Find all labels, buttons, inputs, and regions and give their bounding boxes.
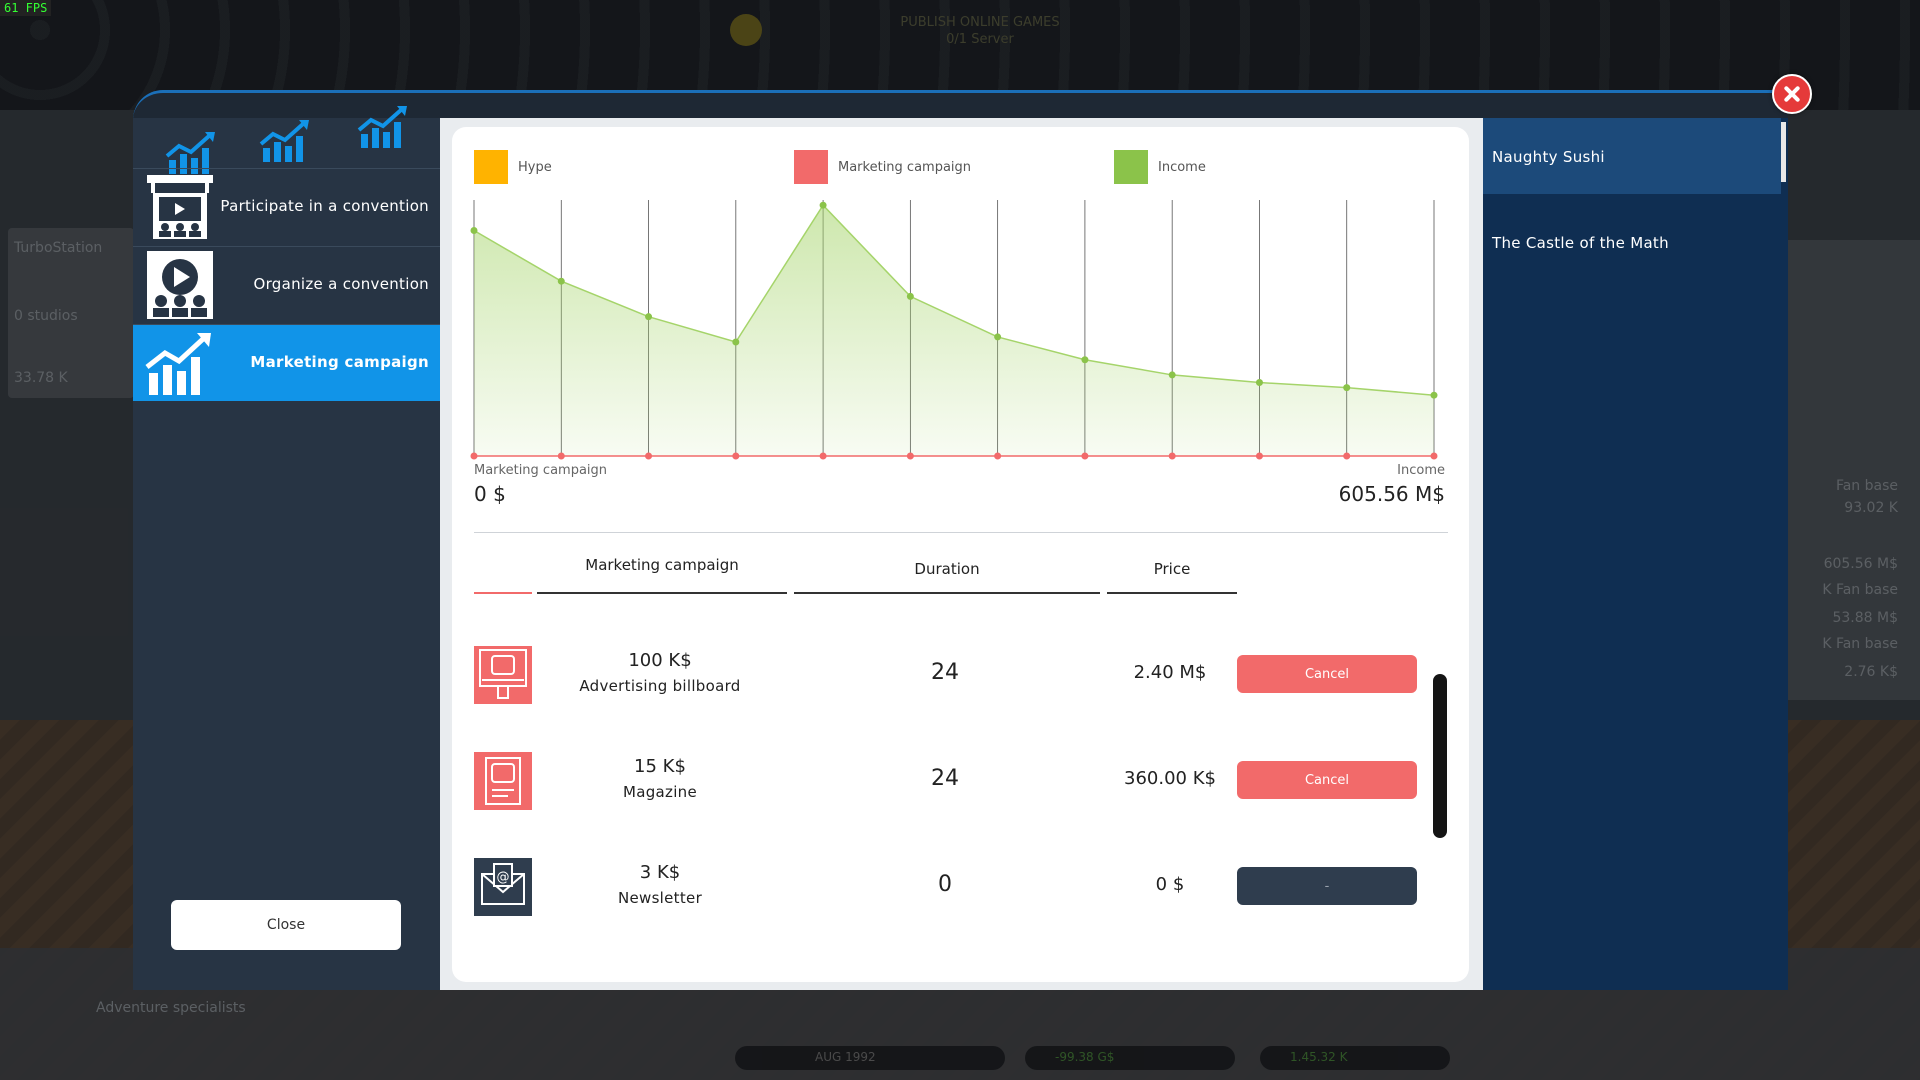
legend-swatch xyxy=(474,150,508,184)
svg-text:@: @ xyxy=(497,870,510,885)
marketing-data-point xyxy=(557,452,565,460)
marketing-data-point xyxy=(994,452,1002,460)
campaign-duration: 24 xyxy=(931,660,959,685)
billboard-icon xyxy=(474,646,532,704)
income-data-point xyxy=(994,333,1002,341)
menu-item-organize-convention[interactable]: Organize a convention xyxy=(133,246,443,323)
marketing-data-point xyxy=(819,452,827,460)
income-total-label: Income xyxy=(1397,463,1445,478)
fps-counter: 61 FPS xyxy=(0,0,52,16)
campaign-duration: 24 xyxy=(931,766,959,791)
close-button[interactable]: Close xyxy=(171,900,401,950)
income-data-point xyxy=(1343,384,1351,392)
legend-swatch xyxy=(794,150,828,184)
menu-item-label: Participate in a convention xyxy=(220,197,429,215)
trend-chart-icon[interactable] xyxy=(357,104,409,150)
campaign-amount: 3 K$ xyxy=(639,862,681,883)
game-item-label: Naughty Sushi xyxy=(1492,148,1605,166)
menu-item-label: Marketing campaign xyxy=(250,353,429,371)
marketing-data-point xyxy=(1255,452,1263,460)
header-underline xyxy=(1107,592,1237,594)
games-list-scrollbar[interactable] xyxy=(1781,122,1786,182)
header-underline xyxy=(474,592,532,594)
campaign-name: Magazine xyxy=(622,783,698,801)
income-data-point xyxy=(1081,356,1089,364)
campaign-price: 0 $ xyxy=(1155,874,1185,895)
cancel-button[interactable]: Cancel xyxy=(1237,761,1417,799)
income-chart xyxy=(470,200,1438,460)
campaign-price: 360.00 K$ xyxy=(1124,768,1216,789)
marketing-data-point xyxy=(1430,452,1438,460)
income-data-point xyxy=(470,227,478,235)
game-item-naughty-sushi[interactable]: Naughty Sushi xyxy=(1483,118,1781,194)
campaign-duration: 0 xyxy=(938,872,952,897)
income-data-point xyxy=(1255,379,1263,387)
organize-convention-icon xyxy=(147,251,213,319)
header-underline xyxy=(794,592,1100,594)
campaign-price: 2.40 M$ xyxy=(1133,662,1207,683)
menu-item-marketing-campaign[interactable]: Marketing campaign xyxy=(133,324,445,401)
legend-label: Marketing campaign xyxy=(838,160,972,175)
header-price: Price xyxy=(1153,560,1191,578)
marketing-chart-icon xyxy=(145,333,211,395)
income-data-point xyxy=(819,201,827,209)
marketing-data-point xyxy=(732,452,740,460)
trend-chart-icon[interactable] xyxy=(259,118,311,164)
marketing-data-point xyxy=(1343,452,1351,460)
legend-swatch xyxy=(1114,150,1148,184)
campaign-name: Newsletter xyxy=(617,889,703,907)
game-item-castle-of-the-math[interactable]: The Castle of the Math xyxy=(1483,204,1781,280)
income-data-point xyxy=(906,292,914,300)
legend-label: Income xyxy=(1158,160,1206,175)
inactive-button[interactable]: - xyxy=(1237,867,1417,905)
game-item-label: The Castle of the Math xyxy=(1492,234,1669,252)
income-data-point xyxy=(557,277,565,285)
convention-booth-icon xyxy=(147,175,213,239)
income-total-value: 605.56 M$ xyxy=(1338,482,1445,506)
marketing-sidebar: Participate in a convention Organize a c… xyxy=(133,106,445,990)
campaign-amount: 15 K$ xyxy=(634,756,686,777)
tab-bar xyxy=(133,106,440,174)
income-data-point xyxy=(1430,391,1438,399)
income-data-point xyxy=(1168,371,1176,379)
marketing-data-point xyxy=(470,452,478,460)
games-list-panel: Naughty Sushi The Castle of the Math xyxy=(1483,118,1788,990)
divider xyxy=(474,532,1448,533)
income-data-point xyxy=(732,338,740,346)
header-underline xyxy=(537,592,787,594)
marketing-data-point xyxy=(1168,452,1176,460)
marketing-total-value: 0 $ xyxy=(474,482,506,506)
magazine-icon xyxy=(474,752,532,810)
header-duration: Duration xyxy=(914,560,980,578)
close-icon[interactable] xyxy=(1772,74,1812,114)
table-scrollbar[interactable] xyxy=(1433,674,1447,838)
menu-item-label: Organize a convention xyxy=(253,275,429,293)
newsletter-icon: @ xyxy=(474,858,532,916)
marketing-data-point xyxy=(645,452,653,460)
marketing-total-label: Marketing campaign xyxy=(474,463,608,478)
header-marketing-campaign: Marketing campaign xyxy=(585,556,739,574)
menu-item-participate-convention[interactable]: Participate in a convention xyxy=(133,168,443,245)
campaign-name: Advertising billboard xyxy=(579,677,741,695)
income-data-point xyxy=(645,313,653,321)
legend-label: Hype xyxy=(518,160,552,175)
campaign-amount: 100 K$ xyxy=(628,650,692,671)
marketing-data-point xyxy=(1081,452,1089,460)
marketing-data-point xyxy=(906,452,914,460)
cancel-button[interactable]: Cancel xyxy=(1237,655,1417,693)
income-area xyxy=(474,205,1434,456)
